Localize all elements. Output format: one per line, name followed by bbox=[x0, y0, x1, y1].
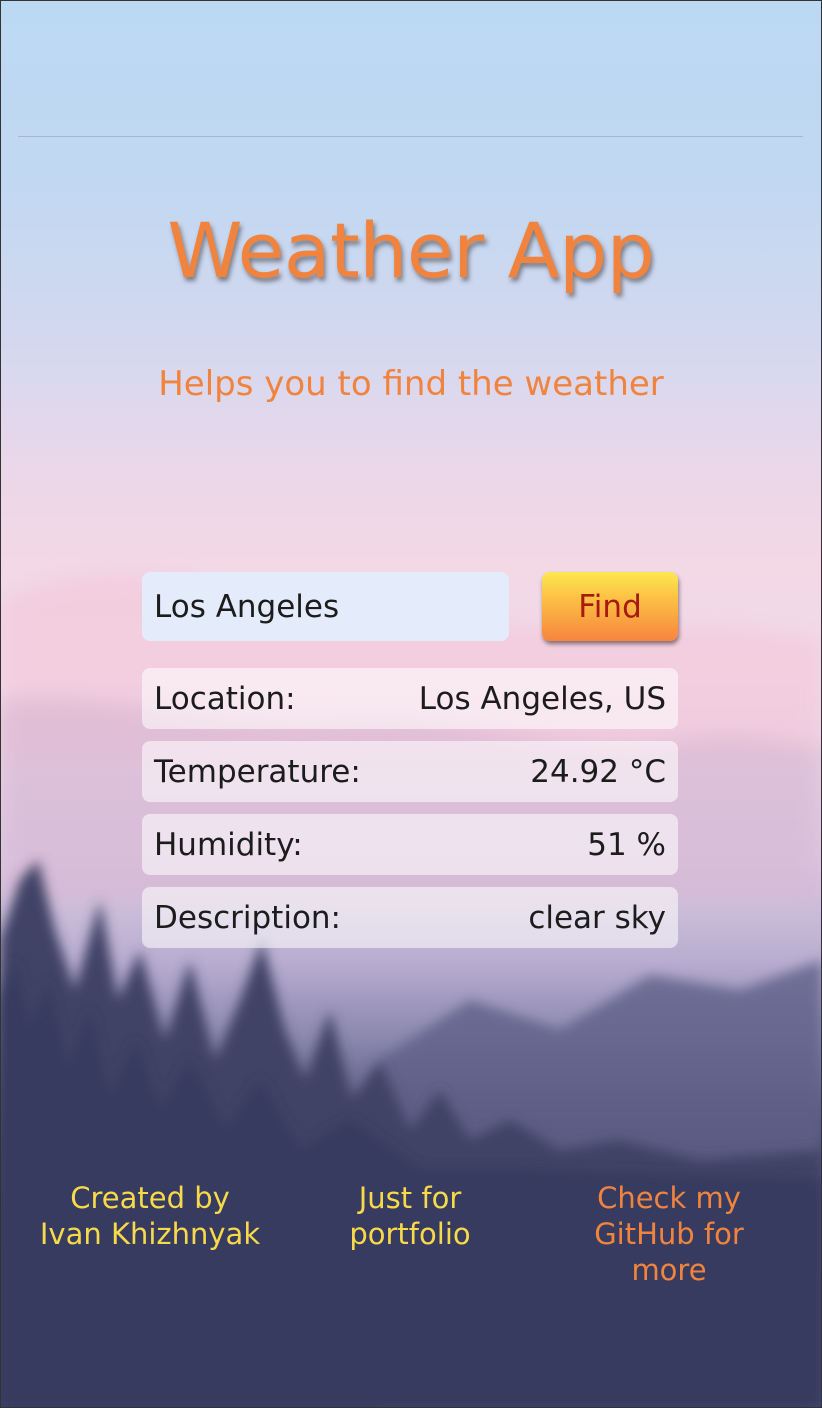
result-value: 51 % bbox=[587, 826, 666, 863]
result-label: Location: bbox=[154, 680, 296, 717]
footer-credits: Created by Ivan Khizhnyak bbox=[20, 1180, 280, 1252]
result-value: Los Angeles, US bbox=[418, 680, 666, 717]
header-divider bbox=[18, 136, 803, 137]
footer-portfolio-line: Just for bbox=[358, 1181, 462, 1215]
footer-portfolio: Just for portfolio bbox=[300, 1180, 520, 1252]
result-value: clear sky bbox=[528, 899, 666, 936]
footer-portfolio-line: portfolio bbox=[349, 1217, 471, 1251]
result-value: 24.92 °C bbox=[530, 753, 666, 790]
footer-github-line: GitHub for bbox=[594, 1217, 744, 1251]
city-search-input[interactable] bbox=[142, 572, 509, 641]
app-screen: Weather App Helps you to find the weathe… bbox=[0, 0, 822, 1408]
find-button[interactable]: Find bbox=[542, 572, 678, 641]
app-title: Weather App bbox=[167, 206, 655, 295]
footer-github-link[interactable]: Check my GitHub for more bbox=[549, 1180, 789, 1288]
result-row-humidity: Humidity: 51 % bbox=[142, 814, 678, 875]
footer-github-line: more bbox=[631, 1253, 707, 1287]
footer-credits-line: Ivan Khizhnyak bbox=[39, 1217, 261, 1251]
result-label: Description: bbox=[154, 899, 341, 936]
result-row-location: Location: Los Angeles, US bbox=[142, 668, 678, 729]
footer-credits-line: Created by bbox=[70, 1181, 230, 1215]
result-row-description: Description: clear sky bbox=[142, 887, 678, 948]
app-subtitle: Helps you to find the weather bbox=[158, 364, 664, 404]
result-label: Temperature: bbox=[154, 753, 361, 790]
result-label: Humidity: bbox=[154, 826, 303, 863]
footer-github-line: Check my bbox=[597, 1181, 741, 1215]
result-row-temperature: Temperature: 24.92 °C bbox=[142, 741, 678, 802]
